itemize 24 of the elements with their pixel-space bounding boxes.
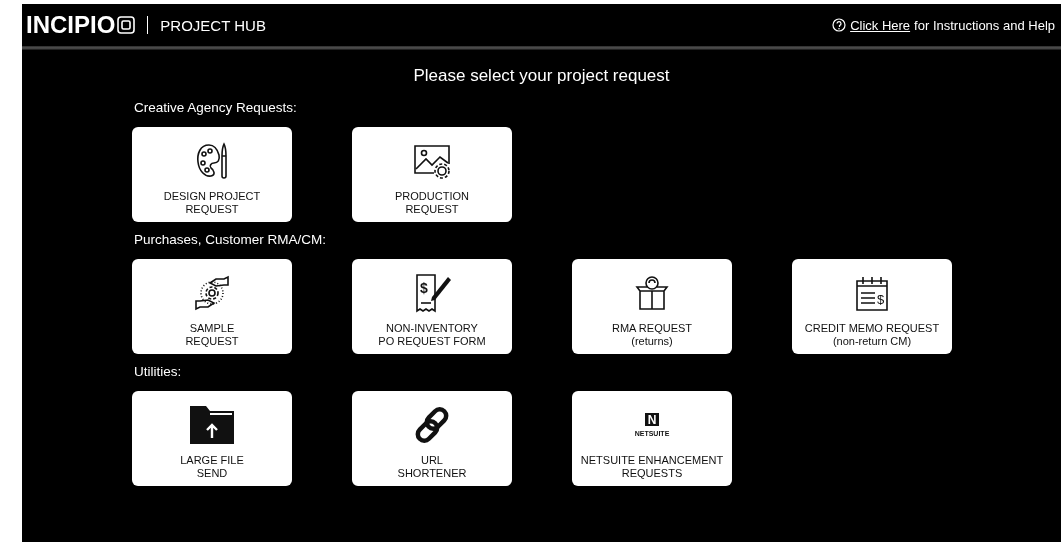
help-text: for Instructions and Help [914,17,1055,33]
link-icon [413,406,451,444]
request-card[interactable]: $ CREDIT MEMO REQUEST (non-return CM) [792,259,952,354]
help-link[interactable]: Click Here [850,17,911,33]
hands-gear-icon [192,274,232,312]
section-title: Purchases, Customer RMA/CM: [134,232,327,247]
box-icon [635,275,669,311]
request-card[interactable]: RMA REQUEST (returns) [572,259,732,354]
request-card[interactable]: DESIGN PROJECT REQUEST [132,127,292,222]
section-title: Creative Agency Requests: [134,100,297,115]
section-title: Utilities: [134,364,182,379]
page-heading: Please select your project request [413,66,670,86]
brand-logo: INCIPIO [26,11,116,39]
request-card[interactable]: $ NON-INVENTORY PO REQUEST FORM [352,259,512,354]
help-icon [832,18,847,32]
image-gear-icon [412,143,452,179]
request-card[interactable]: LARGE FILE SEND [132,391,292,486]
palette-brush-icon [195,142,229,180]
request-card[interactable]: URL SHORTENER [352,391,512,486]
request-card[interactable]: SAMPLE REQUEST [132,259,292,354]
folder-upload-icon [190,406,234,444]
square-logo-icon [117,16,136,34]
app-title: PROJECT HUB [160,16,266,34]
request-card[interactable]: PRODUCTION REQUEST [352,127,512,222]
